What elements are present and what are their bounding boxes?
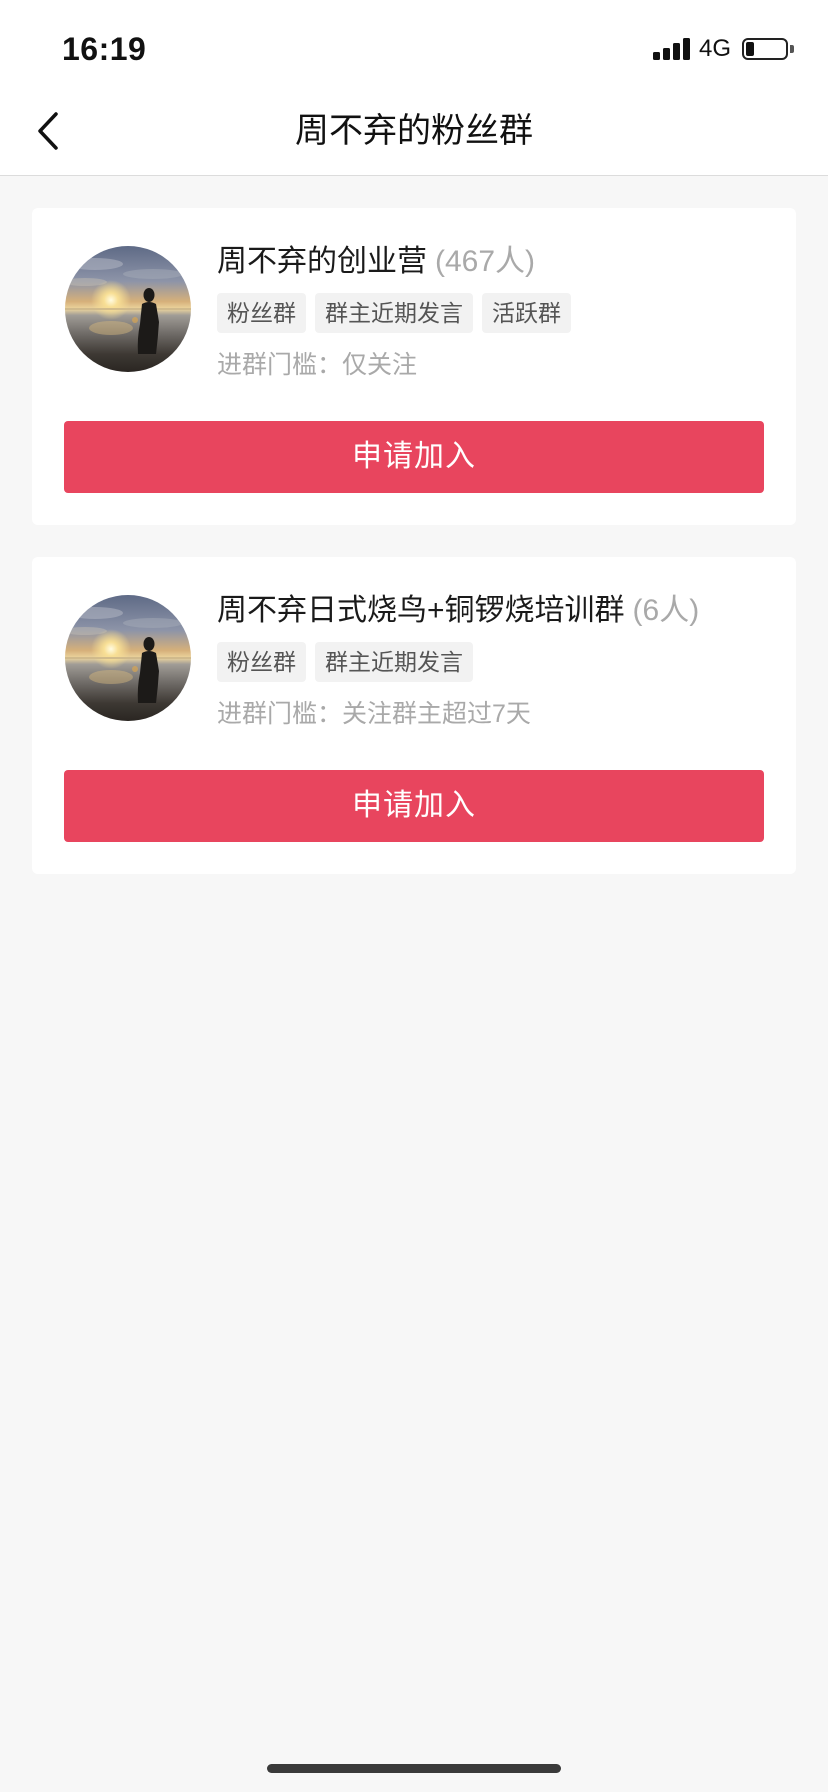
tag: 活跃群 [482,293,571,333]
group-card: 周不弃日式烧鸟+铜锣烧培训群 (6人) 粉丝群 群主近期发言 进群门槛：关注群主超… [32,557,796,874]
tag: 群主近期发言 [315,293,473,333]
nav-divider [0,175,828,176]
avatar-image [65,246,191,372]
battery-level [746,42,754,56]
member-count: (6人) [632,594,700,627]
home-indicator[interactable] [267,1764,561,1773]
apply-join-button[interactable]: 申请加入 [64,421,764,493]
battery-nub [790,45,794,53]
group-name: 周不弃日式烧鸟+铜锣烧培训群 (6人) [217,590,699,632]
group-avatar [65,246,191,372]
group-card: 周不弃的创业营 (467人) 粉丝群 群主近期发言 活跃群 进群门槛：仅关注 申请… [32,208,796,525]
network-type: 4G [699,35,732,62]
signal-icon [653,38,690,60]
member-count: (467人) [435,245,536,278]
group-name-text: 周不弃日式烧鸟+铜锣烧培训群 [217,594,625,627]
group-avatar [65,595,191,721]
avatar-image [65,595,191,721]
tag-list: 粉丝群 群主近期发言 活跃群 [217,293,580,333]
apply-join-button[interactable]: 申请加入 [64,770,764,842]
join-threshold: 进群门槛：仅关注 [217,351,418,379]
tag-list: 粉丝群 群主近期发言 [217,642,482,682]
tag: 粉丝群 [217,642,306,682]
tag: 群主近期发言 [315,642,473,682]
page-title: 周不弃的粉丝群 [295,112,533,150]
group-name-text: 周不弃的创业营 [217,245,427,278]
group-name: 周不弃的创业营 (467人) [217,241,535,283]
status-time: 16:19 [62,31,147,67]
battery-icon [742,38,788,60]
tag: 粉丝群 [217,293,306,333]
join-threshold: 进群门槛：关注群主超过7天 [217,700,531,728]
